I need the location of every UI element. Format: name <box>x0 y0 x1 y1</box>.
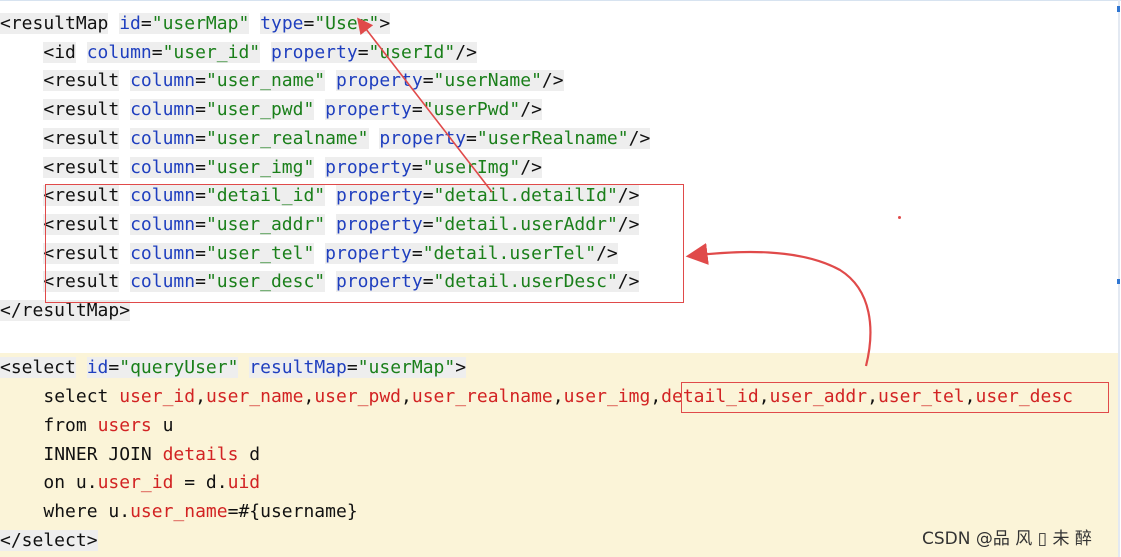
curved-arrow-to-result-box <box>685 242 872 367</box>
arrow-to-user-type <box>357 17 493 193</box>
scroll-marker <box>1117 279 1120 284</box>
watermark: CSDN @品 风 ▯ 未 醉 <box>922 529 1092 549</box>
annotation-dot <box>898 216 901 219</box>
scroll-marker <box>1117 6 1120 12</box>
annotation-arrows <box>357 17 872 367</box>
